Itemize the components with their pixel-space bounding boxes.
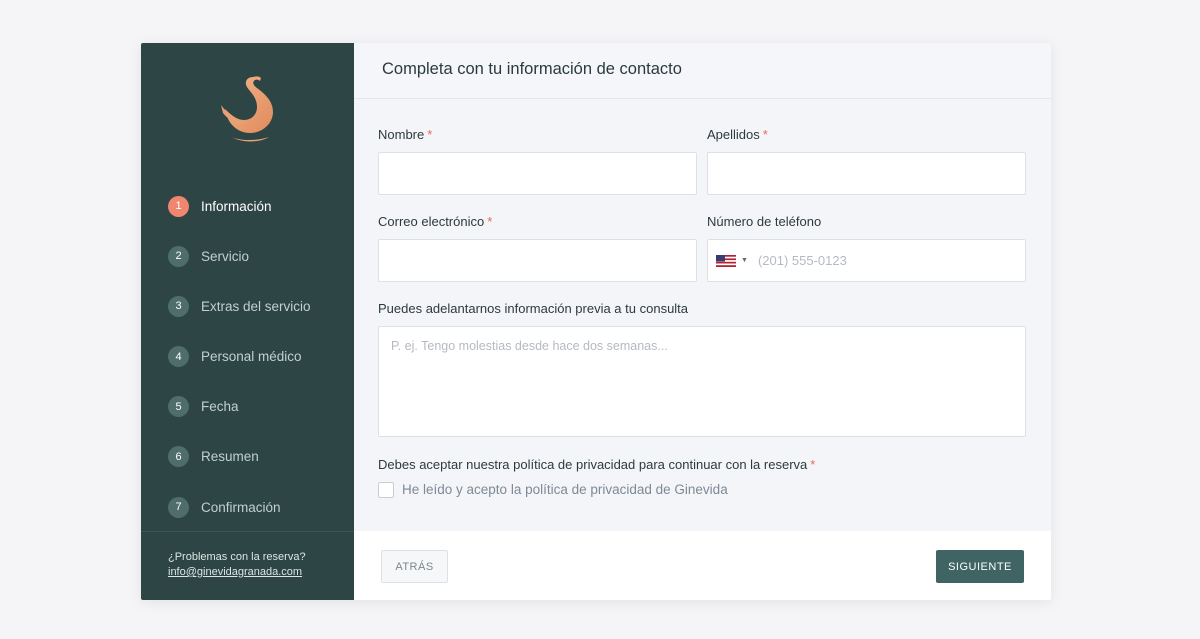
- privacy-label-text: Debes aceptar nuestra política de privac…: [378, 457, 808, 472]
- back-button[interactable]: ATRÁS: [381, 550, 448, 583]
- apellidos-input[interactable]: [707, 152, 1026, 195]
- phone-input[interactable]: ▼ (201) 555-0123: [707, 239, 1026, 282]
- booking-card: 1 Información 2 Servicio 3 Extras del se…: [141, 43, 1051, 600]
- nombre-label: Nombre *: [378, 127, 432, 142]
- step-number: 2: [168, 245, 189, 267]
- phone-placeholder: (201) 555-0123: [757, 253, 847, 268]
- phone-label-text: Número de teléfono: [707, 214, 822, 229]
- help-text: ¿Problemas con la reserva?: [168, 551, 306, 563]
- apellidos-label-text: Apellidos: [707, 127, 760, 142]
- step-number: 7: [168, 496, 189, 518]
- main-panel: Completa con tu información de contacto …: [354, 43, 1051, 600]
- consulta-placeholder: P. ej. Tengo molestias desde hace dos se…: [391, 339, 668, 353]
- steps-sidebar: 1 Información 2 Servicio 3 Extras del se…: [141, 43, 354, 600]
- step-label: Información: [201, 198, 272, 214]
- step-servicio[interactable]: 2 Servicio: [168, 245, 311, 267]
- next-button[interactable]: SIGUIENTE: [936, 550, 1024, 583]
- required-mark: *: [762, 127, 768, 142]
- step-extras[interactable]: 3 Extras del servicio: [168, 295, 311, 317]
- steps-list: 1 Información 2 Servicio 3 Extras del se…: [168, 195, 311, 547]
- caret-down-icon[interactable]: ▼: [741, 257, 748, 264]
- required-mark: *: [810, 457, 816, 472]
- email-label-text: Correo electrónico: [378, 214, 485, 229]
- step-label: Resumen: [201, 449, 259, 465]
- consulta-textarea[interactable]: P. ej. Tengo molestias desde hace dos se…: [378, 326, 1026, 437]
- form-footer: ATRÁS SIGUIENTE: [354, 531, 1051, 600]
- step-number: 1: [168, 195, 189, 217]
- step-fecha[interactable]: 5 Fecha: [168, 396, 311, 418]
- privacy-label: Debes aceptar nuestra política de privac…: [378, 457, 815, 472]
- phone-label: Número de teléfono: [707, 214, 821, 229]
- us-flag-icon[interactable]: [716, 254, 736, 267]
- privacy-checkbox[interactable]: [378, 482, 394, 498]
- step-number: 3: [168, 295, 189, 317]
- required-mark: *: [487, 214, 493, 229]
- privacy-checkbox-label[interactable]: He leído y acepto la política de privaci…: [402, 482, 728, 497]
- help-section: ¿Problemas con la reserva? info@ginevida…: [141, 531, 354, 600]
- step-number: 5: [168, 396, 189, 418]
- step-label: Fecha: [201, 399, 239, 415]
- step-number: 6: [168, 446, 189, 468]
- step-informacion[interactable]: 1 Información: [168, 195, 311, 217]
- required-mark: *: [427, 127, 433, 142]
- swan-logo: [221, 76, 273, 142]
- email-label: Correo electrónico *: [378, 214, 492, 229]
- apellidos-label: Apellidos *: [707, 127, 768, 142]
- page-title: Completa con tu información de contacto: [382, 60, 682, 78]
- step-number: 4: [168, 346, 189, 368]
- step-label: Personal médico: [201, 349, 302, 365]
- help-email-link[interactable]: info@ginevidagranada.com: [168, 565, 354, 580]
- step-resumen[interactable]: 6 Resumen: [168, 446, 311, 468]
- nombre-label-text: Nombre: [378, 127, 425, 142]
- step-label: Confirmación: [201, 499, 281, 515]
- email-input[interactable]: [378, 239, 697, 282]
- main-header: Completa con tu información de contacto: [354, 43, 1051, 99]
- step-label: Servicio: [201, 248, 250, 264]
- consulta-label: Puedes adelantarnos información previa a…: [378, 301, 688, 316]
- step-personal[interactable]: 4 Personal médico: [168, 346, 311, 368]
- consulta-label-text: Puedes adelantarnos información previa a…: [378, 301, 689, 316]
- nombre-input[interactable]: [378, 152, 697, 195]
- step-label: Extras del servicio: [201, 298, 311, 314]
- step-confirmacion[interactable]: 7 Confirmación: [168, 496, 311, 518]
